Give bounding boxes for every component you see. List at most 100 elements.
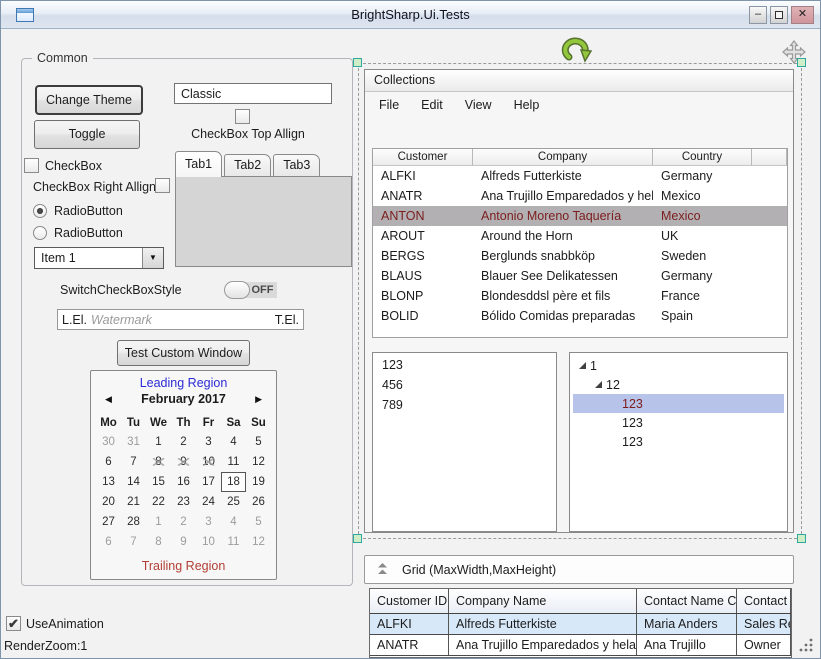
collapse-up-icon[interactable] (377, 563, 388, 576)
tab-tab3[interactable]: Tab3 (273, 154, 320, 177)
column-header[interactable]: Contact (737, 589, 791, 613)
tab-tab2[interactable]: Tab2 (224, 154, 271, 177)
calendar-day[interactable]: 15 (146, 472, 171, 492)
calendar-day[interactable]: 3 (196, 512, 221, 532)
calendar-day[interactable]: 22 (146, 492, 171, 512)
table-row[interactable]: AROUTAround the HornUK (373, 226, 787, 246)
calendar-day[interactable]: 2 (171, 432, 196, 452)
calendar-day[interactable]: 23 (171, 492, 196, 512)
chevron-down-icon[interactable]: ▼ (142, 248, 163, 268)
calendar-day[interactable]: 4 (221, 512, 246, 532)
switch-thumb[interactable] (224, 281, 250, 299)
table-row[interactable]: BLAUSBlauer See DelikatessenGermany (373, 266, 787, 286)
table-row[interactable]: ANATRAna Trujillo Emparedados y helaMexi… (373, 186, 787, 206)
menu-item-edit[interactable]: Edit (410, 94, 454, 116)
close-button[interactable]: ✕ (791, 6, 814, 24)
maximize-button[interactable] (770, 6, 788, 24)
calendar-day[interactable]: 3 (196, 432, 221, 452)
table-row[interactable]: BERGSBerglunds snabbköpSweden (373, 246, 787, 266)
calendar-day[interactable]: 5 (246, 432, 271, 452)
menu-item-view[interactable]: View (454, 94, 503, 116)
calendar-day[interactable]: 10✕ (196, 452, 221, 472)
calendar-day[interactable]: 19 (246, 472, 271, 492)
next-month-icon[interactable]: ▶ (255, 394, 262, 405)
change-theme-button[interactable]: Change Theme (35, 85, 143, 115)
table-row[interactable]: BLONPBlondesddsl père et filsFrance (373, 286, 787, 306)
table-row[interactable]: BOLIDBólido Comidas preparadasSpain (373, 306, 787, 326)
list-item[interactable]: 123 (373, 355, 556, 375)
column-header[interactable]: Contact Name CN (637, 589, 737, 613)
tree-item[interactable]: 12 (573, 375, 784, 394)
table-row[interactable]: ALFKIAlfreds FutterkisteGermany (373, 166, 787, 186)
calendar-day[interactable]: 30 (96, 432, 121, 452)
calendar-day[interactable]: 11 (221, 452, 246, 472)
selection-handle-top-left[interactable] (353, 58, 362, 67)
calendar-day[interactable]: 27 (96, 512, 121, 532)
resize-grip[interactable] (799, 638, 814, 656)
column-header[interactable]: Company (473, 149, 653, 166)
table-row[interactable]: ANATRAna Trujillo Emparedados y heladosA… (370, 635, 791, 656)
column-header[interactable]: Company Name (449, 589, 637, 613)
collections-title[interactable]: Collections (365, 70, 793, 92)
selection-handle-bottom-right[interactable] (797, 534, 806, 543)
calendar-day[interactable]: 6 (96, 452, 121, 472)
watermark-textbox[interactable]: L.El. Watermark T.El. (57, 309, 304, 330)
calendar-day[interactable]: 21 (121, 492, 146, 512)
table-row[interactable]: ALFKIAlfreds FutterkisteMaria AndersSale… (370, 614, 791, 635)
calendar-day[interactable]: 16 (171, 472, 196, 492)
calendar-day[interactable]: 28 (121, 512, 146, 532)
test-custom-window-button[interactable]: Test Custom Window (117, 340, 250, 366)
calendar-day[interactable]: 4 (221, 432, 246, 452)
minimize-button[interactable]: – (749, 6, 767, 24)
calendar-day[interactable]: 10 (196, 532, 221, 552)
calendar-day[interactable]: 25 (221, 492, 246, 512)
tree-expander-icon[interactable] (593, 378, 606, 391)
list-item[interactable]: 456 (373, 375, 556, 395)
prev-month-icon[interactable]: ◀ (105, 394, 112, 405)
calendar-day[interactable]: 9 (171, 532, 196, 552)
calendar-day[interactable]: 2 (171, 512, 196, 532)
tree-item[interactable]: 123 (573, 413, 784, 432)
radio-button-1[interactable] (33, 204, 47, 218)
calendar-day[interactable]: 6 (96, 532, 121, 552)
tree-item[interactable]: 1 (573, 356, 784, 375)
calendar-day[interactable]: 24 (196, 492, 221, 512)
calendar-day[interactable]: 11 (221, 532, 246, 552)
calendar-day[interactable]: 1 (146, 512, 171, 532)
selection-handle-top-right[interactable] (797, 58, 806, 67)
calendar-day[interactable]: 12 (246, 532, 271, 552)
calendar-day[interactable]: 17 (196, 472, 221, 492)
calendar-day[interactable]: 31 (121, 432, 146, 452)
calendar-day[interactable]: 8 (146, 532, 171, 552)
switch-toggle[interactable]: OFF (224, 281, 277, 299)
calendar-day[interactable]: 18 (221, 472, 246, 492)
calendar-day[interactable]: 1 (146, 432, 171, 452)
calendar-day[interactable]: 7 (121, 532, 146, 552)
tree-expander-icon[interactable] (577, 359, 590, 372)
calendar-day[interactable]: 5 (246, 512, 271, 532)
column-header[interactable]: Customer ID (370, 589, 449, 613)
checkbox-top-align[interactable] (235, 109, 250, 124)
calendar-day[interactable]: 14 (121, 472, 146, 492)
toggle-button[interactable]: Toggle (34, 120, 140, 149)
calendar-month-header[interactable]: February 2017 (91, 392, 276, 406)
calendar-day[interactable]: 26 (246, 492, 271, 512)
table-row[interactable]: ANTONAntonio Moreno TaqueríaMexico (373, 206, 787, 226)
radio-button-2[interactable] (33, 226, 47, 240)
calendar-day[interactable]: 20 (96, 492, 121, 512)
use-animation-checkbox[interactable]: ✔ (6, 616, 21, 631)
column-header[interactable]: Customer (373, 149, 473, 166)
checkbox-right-align[interactable] (155, 178, 170, 193)
theme-name-input[interactable]: Classic (174, 83, 332, 104)
calendar-day[interactable]: 12 (246, 452, 271, 472)
tab-tab1[interactable]: Tab1 (175, 151, 222, 177)
tree-item[interactable]: 123 (573, 394, 784, 413)
menu-item-file[interactable]: File (368, 94, 410, 116)
item-combobox[interactable]: Item 1 ▼ (34, 247, 164, 269)
menu-item-help[interactable]: Help (503, 94, 551, 116)
checkbox-plain[interactable] (24, 158, 39, 173)
selection-handle-bottom-left[interactable] (353, 534, 362, 543)
list-item[interactable]: 789 (373, 395, 556, 415)
tree-item[interactable]: 123 (573, 432, 784, 451)
column-header[interactable]: Country (653, 149, 752, 166)
